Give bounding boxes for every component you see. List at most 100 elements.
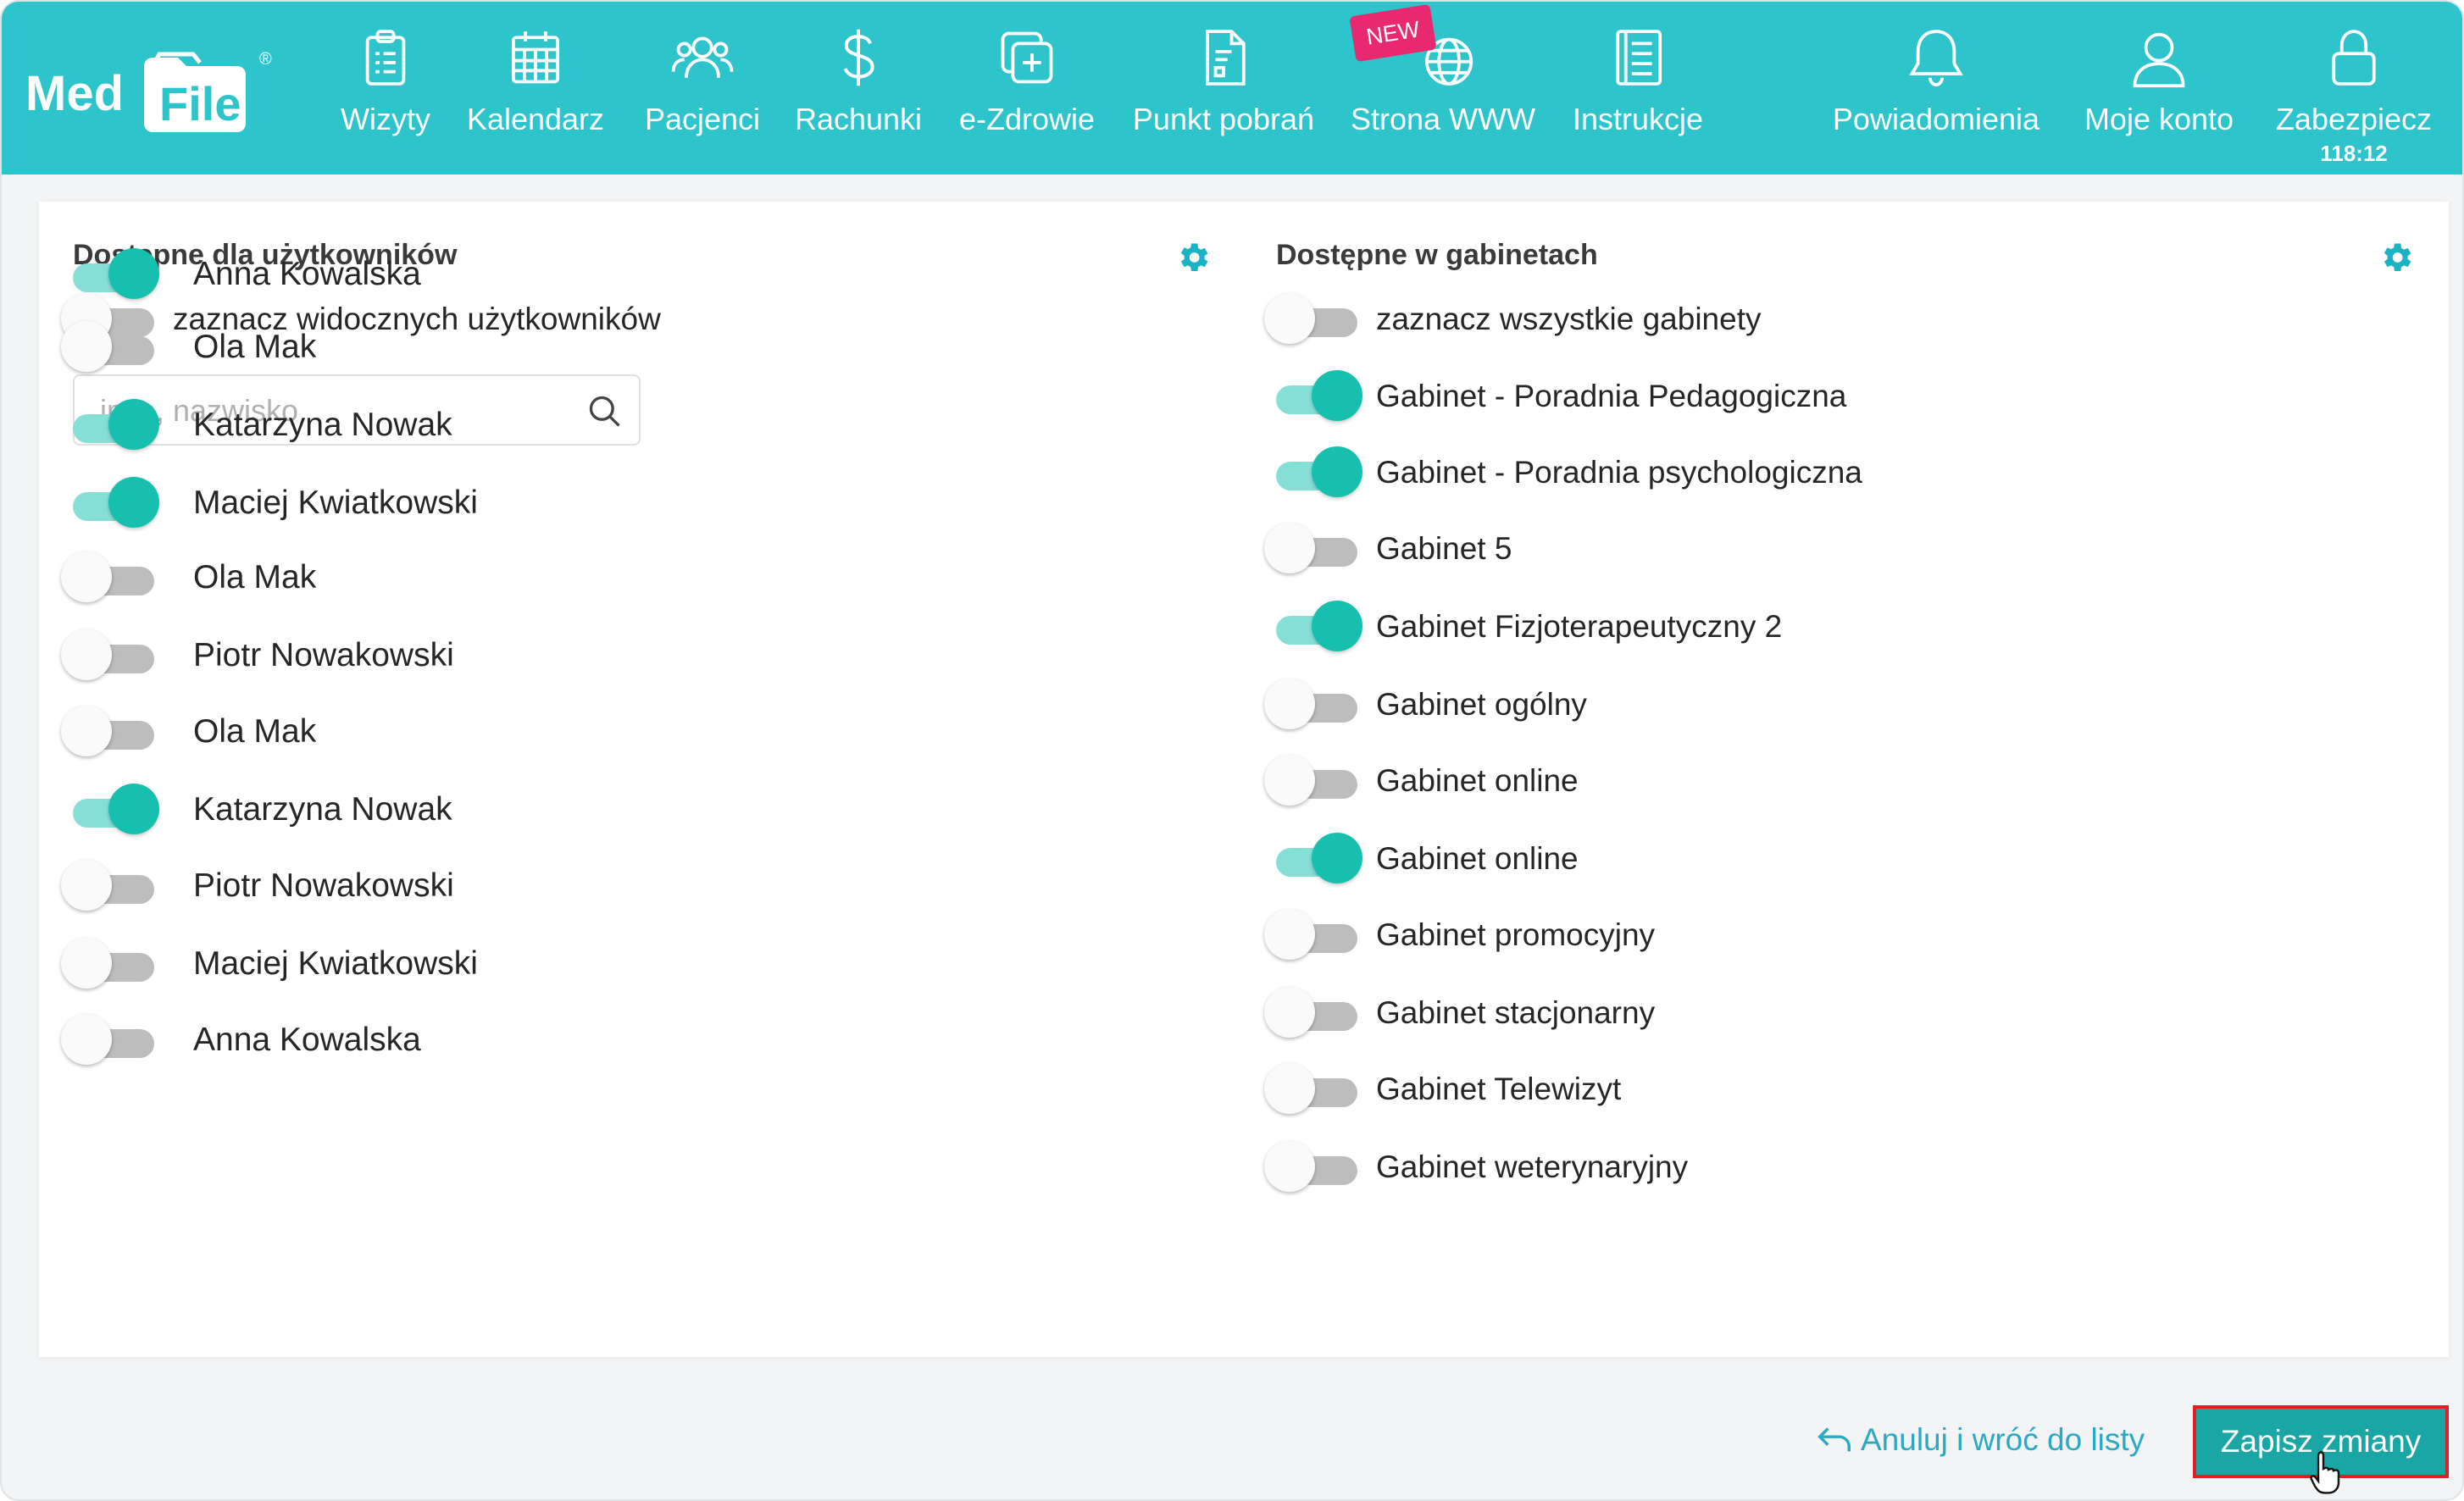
toggle-knob bbox=[1312, 833, 1362, 883]
document-icon bbox=[1191, 25, 1256, 90]
user-name: Katarzyna Nowak bbox=[193, 407, 452, 443]
session-timer: 118:12 bbox=[2320, 141, 2388, 166]
book-icon bbox=[1606, 25, 1670, 90]
nav-label: Instrukcje bbox=[1572, 102, 1704, 136]
user-icon bbox=[2127, 25, 2191, 90]
toggle-knob bbox=[1264, 1141, 1315, 1192]
gear-icon[interactable] bbox=[1174, 239, 1212, 276]
nav-label: Powiadomienia bbox=[1832, 102, 2040, 136]
availability-card: Dostępne dla użytkowników zaznacz widocz… bbox=[39, 202, 2449, 1357]
user-toggle[interactable] bbox=[61, 934, 163, 994]
room-row: Gabinet weterynaryjny bbox=[1264, 1138, 1688, 1197]
nav-wizyty[interactable]: Wizyty bbox=[339, 2, 432, 174]
top-navigation-bar: Med File ® Wizyty Kalendarz Pacjenci Rac… bbox=[2, 2, 2462, 174]
room-toggle[interactable] bbox=[1264, 519, 1366, 579]
svg-text:File: File bbox=[159, 77, 241, 130]
nav-powiadomienia[interactable]: Powiadomienia bbox=[1823, 2, 2049, 174]
room-name: Gabinet online bbox=[1376, 763, 1579, 798]
nav-instrukcje[interactable]: Instrukcje bbox=[1566, 2, 1710, 174]
user-toggle[interactable] bbox=[61, 396, 163, 455]
toggle-knob bbox=[108, 399, 159, 450]
room-name: Gabinet 5 bbox=[1376, 531, 1512, 566]
room-toggle[interactable] bbox=[1264, 983, 1366, 1043]
user-toggle[interactable] bbox=[61, 626, 163, 685]
room-toggle[interactable] bbox=[1264, 675, 1366, 734]
return-arrow-icon bbox=[1817, 1427, 1851, 1452]
user-name: Ola Mak bbox=[193, 329, 317, 365]
toggle-knob bbox=[1264, 755, 1315, 806]
nav-moje-konto[interactable]: Moje konto bbox=[2078, 2, 2240, 174]
toggle-knob bbox=[1264, 523, 1315, 573]
user-name: Katarzyna Nowak bbox=[193, 791, 452, 828]
toggle-knob bbox=[1312, 446, 1362, 497]
room-name: Gabinet ogólny bbox=[1376, 687, 1587, 722]
room-toggle[interactable] bbox=[1264, 906, 1366, 965]
user-name: Piotr Nowakowski bbox=[193, 867, 454, 904]
user-toggle[interactable] bbox=[61, 474, 163, 533]
room-name: Gabinet Telewizyt bbox=[1376, 1072, 1622, 1106]
room-row: Gabinet promocyjny bbox=[1264, 906, 1655, 965]
toggle-knob bbox=[108, 477, 159, 528]
user-row: Anna Kowalska bbox=[61, 1011, 421, 1070]
room-toggle[interactable] bbox=[1264, 829, 1366, 889]
room-row: Gabinet - Poradnia psychologiczna bbox=[1264, 443, 1862, 502]
select-all-rooms-toggle[interactable] bbox=[1264, 290, 1366, 349]
nav-zabezpiecz[interactable]: Zabezpiecz 118:12 bbox=[2269, 2, 2439, 174]
room-toggle[interactable] bbox=[1264, 443, 1366, 502]
nav-punkt-pobran[interactable]: Punkt pobrań bbox=[1129, 2, 1318, 174]
nav-e-zdrowie[interactable]: e-Zdrowie bbox=[954, 2, 1100, 174]
toggle-knob bbox=[61, 321, 112, 372]
nav-label: Rachunki bbox=[794, 102, 923, 136]
toggle-knob bbox=[1264, 909, 1315, 960]
user-name: Ola Mak bbox=[193, 559, 317, 595]
room-toggle[interactable] bbox=[1264, 367, 1366, 426]
user-toggle[interactable] bbox=[61, 245, 163, 304]
nav-kalendarz[interactable]: Kalendarz bbox=[464, 2, 607, 174]
nav-label: e-Zdrowie bbox=[958, 102, 1096, 136]
user-toggle[interactable] bbox=[61, 548, 163, 607]
room-name: Gabinet - Poradnia psychologiczna bbox=[1376, 455, 1862, 490]
room-row: Gabinet - Poradnia Pedagogiczna bbox=[1264, 367, 1846, 426]
user-row: Katarzyna Nowak bbox=[61, 396, 452, 455]
room-toggle[interactable] bbox=[1264, 597, 1366, 656]
user-row: Anna Kowalska bbox=[61, 245, 421, 304]
select-all-rooms-row: zaznacz wszystkie gabinety bbox=[1264, 290, 1761, 349]
room-name: Gabinet Fizjoterapeutyczny 2 bbox=[1376, 609, 1783, 644]
toggle-knob bbox=[61, 1014, 112, 1065]
gear-icon[interactable] bbox=[2378, 239, 2415, 276]
cancel-and-back-link[interactable]: Anuluj i wróć do listy bbox=[1815, 1416, 2145, 1464]
room-row: Gabinet Fizjoterapeutyczny 2 bbox=[1264, 597, 1782, 656]
user-toggle[interactable] bbox=[61, 1011, 163, 1070]
room-toggle[interactable] bbox=[1264, 1060, 1366, 1119]
cancel-label: Anuluj i wróć do listy bbox=[1861, 1422, 2145, 1457]
user-name: Anna Kowalska bbox=[193, 256, 421, 292]
user-name: Anna Kowalska bbox=[193, 1022, 421, 1058]
room-toggle[interactable] bbox=[1264, 1138, 1366, 1197]
user-row: Ola Mak bbox=[61, 702, 316, 762]
user-toggle[interactable] bbox=[61, 318, 163, 377]
toggle-knob bbox=[108, 784, 159, 834]
select-all-rooms-label: zaznacz wszystkie gabinety bbox=[1376, 302, 1762, 336]
hand-cursor-icon bbox=[2310, 1450, 2340, 1494]
user-toggle[interactable] bbox=[61, 702, 163, 762]
calendar-icon bbox=[503, 25, 568, 90]
user-row: Katarzyna Nowak bbox=[61, 780, 452, 839]
user-toggle[interactable] bbox=[61, 780, 163, 839]
user-name: Piotr Nowakowski bbox=[193, 637, 454, 673]
user-row: Ola Mak bbox=[61, 318, 316, 377]
nav-label: Zabezpiecz bbox=[2275, 102, 2433, 136]
toggle-knob bbox=[1312, 601, 1362, 651]
user-name: Maciej Kwiatkowski bbox=[193, 945, 478, 982]
room-toggle[interactable] bbox=[1264, 751, 1366, 811]
nav-pacjenci[interactable]: Pacjenci bbox=[639, 2, 766, 174]
medfile-logo[interactable]: Med File ® bbox=[25, 36, 280, 137]
room-name: Gabinet weterynaryjny bbox=[1376, 1149, 1689, 1184]
toggle-knob bbox=[1264, 678, 1315, 729]
search-icon[interactable] bbox=[586, 393, 624, 430]
nav-label: Punkt pobrań bbox=[1132, 102, 1315, 136]
toggle-knob bbox=[1264, 293, 1315, 344]
nav-rachunki[interactable]: Rachunki bbox=[793, 2, 924, 174]
svg-text:Med: Med bbox=[25, 66, 124, 121]
user-toggle[interactable] bbox=[61, 856, 163, 916]
room-row: Gabinet Telewizyt bbox=[1264, 1060, 1621, 1119]
